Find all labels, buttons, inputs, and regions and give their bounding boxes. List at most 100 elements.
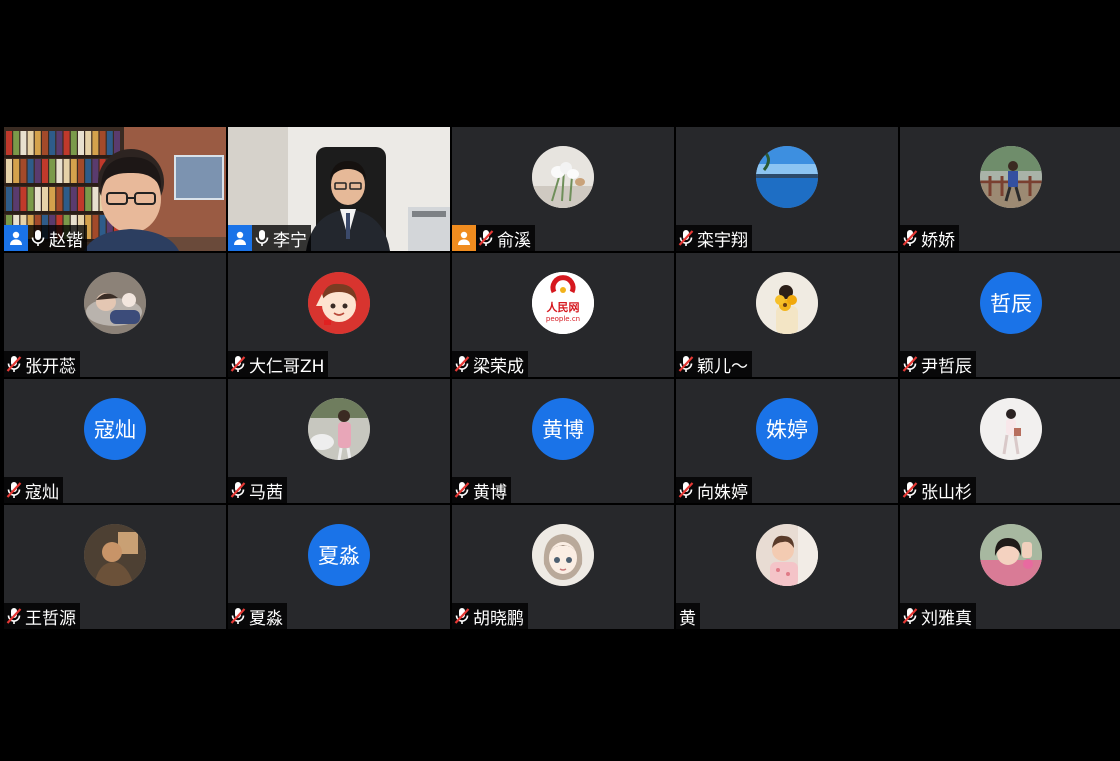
participant-tile[interactable]: 马茜 <box>228 379 450 503</box>
mic-muted-icon <box>900 603 920 629</box>
mic-muted-icon <box>4 603 24 629</box>
participant-name-label: 张山杉 <box>900 477 976 503</box>
participant-name-label: 栾宇翔 <box>676 225 752 251</box>
participant-tile[interactable]: 大仁哥ZH <box>228 253 450 377</box>
participant-name: 寇灿 <box>25 482 59 503</box>
participant-tile[interactable]: 人民网 people.cn 梁荣成 <box>452 253 674 377</box>
participant-name: 夏淼 <box>249 608 283 629</box>
participant-tile[interactable]: 夏淼 夏淼 <box>228 505 450 629</box>
participant-name: 王哲源 <box>25 608 76 629</box>
participant-tile[interactable]: 胡晓鹏 <box>452 505 674 629</box>
participant-name: 张开蕊 <box>25 356 76 377</box>
avatar-logo-subtext: people.cn <box>545 315 581 323</box>
participant-tile[interactable]: 刘雅真 <box>900 505 1120 629</box>
mic-muted-icon <box>228 477 248 503</box>
host-badge-icon <box>4 225 28 251</box>
participant-name-label: 向姝婷 <box>676 477 752 503</box>
participant-name: 黄博 <box>473 482 507 503</box>
participant-name: 李宁 <box>273 230 307 251</box>
mic-muted-icon <box>900 477 920 503</box>
participant-name: 黄 <box>679 608 696 629</box>
avatar <box>980 146 1042 208</box>
participant-name-label: 娇娇 <box>900 225 959 251</box>
participant-name-label: 马茜 <box>228 477 287 503</box>
participant-tile[interactable]: 王哲源 <box>4 505 226 629</box>
mic-muted-icon <box>4 477 24 503</box>
participant-name: 张山杉 <box>921 482 972 503</box>
avatar <box>980 398 1042 460</box>
participant-tile[interactable]: 栾宇翔 <box>676 127 898 251</box>
participant-tile[interactable]: 赵锴 <box>4 127 226 251</box>
initials-avatar: 夏淼 <box>308 524 370 586</box>
participant-name: 刘雅真 <box>921 608 972 629</box>
initials-avatar: 哲辰 <box>980 272 1042 334</box>
mic-muted-icon <box>228 351 248 377</box>
participant-name: 马茜 <box>249 482 283 503</box>
mic-muted-icon <box>676 351 696 377</box>
initials-avatar: 黄博 <box>532 398 594 460</box>
avatar <box>84 272 146 334</box>
participant-name-label: 黄 <box>676 603 700 629</box>
mic-on-icon <box>28 225 48 251</box>
avatar <box>308 398 370 460</box>
mic-muted-icon <box>452 477 472 503</box>
avatar <box>756 524 818 586</box>
avatar <box>84 524 146 586</box>
participant-name: 俞溪 <box>497 230 531 251</box>
mic-muted-icon <box>676 225 696 251</box>
participant-tile[interactable]: 张山杉 <box>900 379 1120 503</box>
avatar: 人民网 people.cn <box>532 272 594 334</box>
participant-tile[interactable]: 张开蕊 <box>4 253 226 377</box>
participant-name-label: 颖儿～ <box>676 351 752 377</box>
participant-name-label: 李宁 <box>228 225 311 251</box>
mic-muted-icon <box>4 351 24 377</box>
avatar <box>532 146 594 208</box>
cohost-badge-icon <box>452 225 476 251</box>
participant-tile[interactable]: 俞溪 <box>452 127 674 251</box>
video-grid: 赵锴 李宁 俞溪 栾宇翔 娇娇张开蕊 大仁哥ZH 人民网 people.cn 梁荣成 颖儿～ 哲辰尹… <box>4 127 1120 631</box>
participant-name-label: 黄博 <box>452 477 511 503</box>
participant-tile[interactable]: 寇灿 寇灿 <box>4 379 226 503</box>
participant-tile[interactable]: 黄 <box>676 505 898 629</box>
participant-name-label: 张开蕊 <box>4 351 80 377</box>
mic-muted-icon <box>452 351 472 377</box>
initials-avatar: 姝婷 <box>756 398 818 460</box>
participant-tile[interactable]: 娇娇 <box>900 127 1120 251</box>
participant-name-label: 尹哲辰 <box>900 351 976 377</box>
avatar <box>756 146 818 208</box>
mic-muted-icon <box>900 225 920 251</box>
avatar <box>756 272 818 334</box>
participant-name: 赵锴 <box>49 230 83 251</box>
participant-tile[interactable]: 黄博 黄博 <box>452 379 674 503</box>
participant-name-label: 胡晓鹏 <box>452 603 528 629</box>
avatar <box>532 524 594 586</box>
participant-name: 颖儿～ <box>697 356 748 377</box>
participant-tile[interactable]: 哲辰 尹哲辰 <box>900 253 1120 377</box>
avatar <box>980 524 1042 586</box>
avatar <box>308 272 370 334</box>
participant-name: 大仁哥ZH <box>249 356 325 377</box>
participant-name: 栾宇翔 <box>697 230 748 251</box>
participant-name: 娇娇 <box>921 230 955 251</box>
host-badge-icon <box>228 225 252 251</box>
participant-tile[interactable]: 颖儿～ <box>676 253 898 377</box>
participant-name-label: 俞溪 <box>452 225 535 251</box>
mic-muted-icon <box>676 477 696 503</box>
initials-avatar: 寇灿 <box>84 398 146 460</box>
participant-tile[interactable]: 姝婷 向姝婷 <box>676 379 898 503</box>
mic-muted-icon <box>900 351 920 377</box>
mic-muted-icon <box>228 603 248 629</box>
mic-muted-icon <box>452 603 472 629</box>
avatar-logo-text: 人民网 <box>546 301 580 314</box>
participant-name: 梁荣成 <box>473 356 524 377</box>
participant-tile[interactable]: 李宁 <box>228 127 450 251</box>
mic-muted-icon <box>476 225 496 251</box>
participant-name-label: 王哲源 <box>4 603 80 629</box>
participant-name-label: 夏淼 <box>228 603 287 629</box>
participant-name: 胡晓鹏 <box>473 608 524 629</box>
participant-name-label: 赵锴 <box>4 225 87 251</box>
participant-name-label: 刘雅真 <box>900 603 976 629</box>
participant-name-label: 梁荣成 <box>452 351 528 377</box>
mic-on-icon <box>252 225 272 251</box>
participant-name-label: 寇灿 <box>4 477 63 503</box>
